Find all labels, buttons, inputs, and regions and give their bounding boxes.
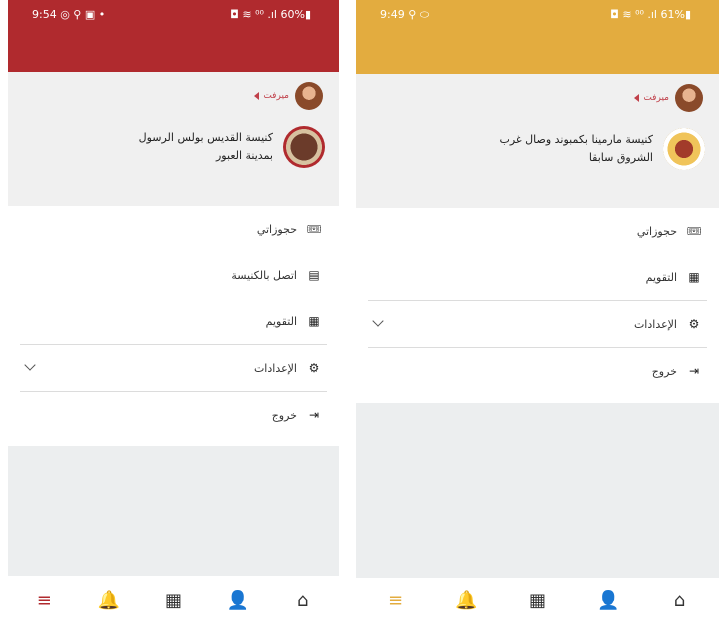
drawer-menu: حجوزاتي 🎟 اتصل بالكنيسة ▤ التقويم ▦ الإع… (20, 206, 327, 438)
church-name-line1: كنيسة القديس بولس الرسول (138, 131, 273, 145)
status-left-icons: ⚲ ⬭ (408, 8, 430, 21)
ticket-icon: 🎟 (306, 222, 322, 236)
church-row[interactable]: كنيسة القديس بولس الرسول بمدينة العبور (139, 126, 325, 168)
menu-icon[interactable]: ≡ (371, 581, 421, 621)
chevron-down-icon[interactable] (372, 315, 384, 327)
avatar[interactable] (675, 84, 703, 112)
calendar-icon: ▦ (308, 314, 320, 328)
drawer-header: ميرفت كنيسة القديس بولس الرسول بمدينة ال… (8, 72, 339, 206)
menu-item-reservations[interactable]: حجوزاتي 🎟 (368, 208, 707, 254)
ticket-icon: 🎟 (686, 224, 702, 238)
menu-item-label: خروج (271, 408, 297, 422)
church-logo-icon (663, 128, 705, 170)
church-logo-icon (283, 126, 325, 168)
home-icon[interactable]: ⌂ (655, 581, 705, 621)
chevron-down-icon[interactable] (24, 359, 36, 371)
user-name: ميرفت (263, 91, 289, 101)
menu-item-logout[interactable]: خروج ⇥ (20, 392, 327, 438)
calendar-icon[interactable]: ▦ (148, 581, 198, 621)
menu-item-label: اتصل بالكنيسة (231, 268, 297, 282)
app-top-bar: 9:54 ◎ ⚲ ▣ • ◘ ≋ ⁰⁰ .ıl 60%▮ (8, 0, 339, 72)
user-row[interactable]: ميرفت (634, 84, 703, 112)
menu-item-label: الإعدادات (253, 361, 297, 375)
user-row[interactable]: ميرفت (254, 82, 323, 110)
bell-icon[interactable]: 🔔 (442, 581, 492, 621)
avatar[interactable] (295, 82, 323, 110)
app-top-bar: 9:49 ⚲ ⬭ ◘ ≋ ⁰⁰ .ıl 61%▮ (356, 0, 719, 74)
menu-item-label: التقويم (265, 314, 297, 328)
menu-item-label: خروج (651, 364, 677, 378)
menu-item-logout[interactable]: خروج ⇥ (368, 348, 707, 394)
user-name: ميرفت (643, 93, 669, 103)
bell-icon[interactable]: 🔔 (84, 581, 134, 621)
menu-item-settings[interactable]: الإعدادات ⚙ (20, 345, 327, 391)
menu-item-label: حجوزاتي (256, 222, 297, 236)
bottom-navigation: ≡ 🔔 ▦ 👤 ⌂ (356, 578, 719, 623)
person-icon[interactable]: 👤 (213, 581, 263, 621)
church-name-line1: كنيسة مارمينا بكمبوند وصال غرب (499, 133, 653, 147)
menu-item-label: حجوزاتي (636, 224, 677, 238)
background-area (8, 446, 339, 576)
home-icon[interactable]: ⌂ (278, 581, 328, 621)
status-time: 9:49 (380, 8, 405, 21)
church-name-line2: الشروق سابقا (588, 151, 653, 164)
status-bar: 9:49 ⚲ ⬭ ◘ ≋ ⁰⁰ .ıl 61%▮ (380, 8, 691, 22)
gear-icon: ⚙ (308, 361, 320, 375)
church-row[interactable]: كنيسة مارمينا بكمبوند وصال غرب الشروق سا… (499, 128, 705, 170)
caret-left-icon (254, 92, 260, 100)
bottom-navigation: ≡ 🔔 ▦ 👤 ⌂ (8, 578, 339, 623)
menu-item-contact-church[interactable]: اتصل بالكنيسة ▤ (20, 252, 327, 298)
status-left-icons: ◎ ⚲ ▣ • (60, 8, 106, 21)
contact-card-icon: ▤ (308, 268, 320, 282)
menu-item-calendar[interactable]: التقويم ▦ (368, 254, 707, 300)
right-phone-screen: 9:49 ⚲ ⬭ ◘ ≋ ⁰⁰ .ıl 61%▮ ميرفت كنيسة مار… (356, 0, 719, 623)
logout-icon: ⇥ (308, 408, 320, 422)
menu-icon[interactable]: ≡ (19, 581, 69, 621)
drawer-header: ميرفت كنيسة مارمينا بكمبوند وصال غرب الش… (356, 74, 719, 208)
status-right-icons: ◘ ≋ ⁰⁰ .ıl 60%▮ (230, 8, 311, 21)
menu-item-calendar[interactable]: التقويم ▦ (20, 298, 327, 344)
calendar-icon: ▦ (688, 270, 700, 284)
background-area (356, 403, 719, 578)
calendar-icon[interactable]: ▦ (513, 581, 563, 621)
drawer-menu: حجوزاتي 🎟 التقويم ▦ الإعدادات ⚙ خروج ⇥ (368, 208, 707, 394)
status-right-icons: ◘ ≋ ⁰⁰ .ıl 61%▮ (610, 8, 691, 21)
menu-item-reservations[interactable]: حجوزاتي 🎟 (20, 206, 327, 252)
menu-item-settings[interactable]: الإعدادات ⚙ (368, 301, 707, 347)
status-time: 9:54 (32, 8, 57, 21)
menu-item-label: الإعدادات (633, 317, 677, 331)
gear-icon: ⚙ (688, 317, 700, 331)
menu-item-label: التقويم (645, 270, 677, 284)
person-icon[interactable]: 👤 (584, 581, 634, 621)
logout-icon: ⇥ (688, 364, 700, 378)
caret-left-icon (634, 94, 640, 102)
left-phone-screen: 9:54 ◎ ⚲ ▣ • ◘ ≋ ⁰⁰ .ıl 60%▮ ميرفت كنيسة… (8, 0, 339, 623)
church-name-line2: بمدينة العبور (216, 149, 273, 162)
status-bar: 9:54 ◎ ⚲ ▣ • ◘ ≋ ⁰⁰ .ıl 60%▮ (32, 8, 311, 22)
